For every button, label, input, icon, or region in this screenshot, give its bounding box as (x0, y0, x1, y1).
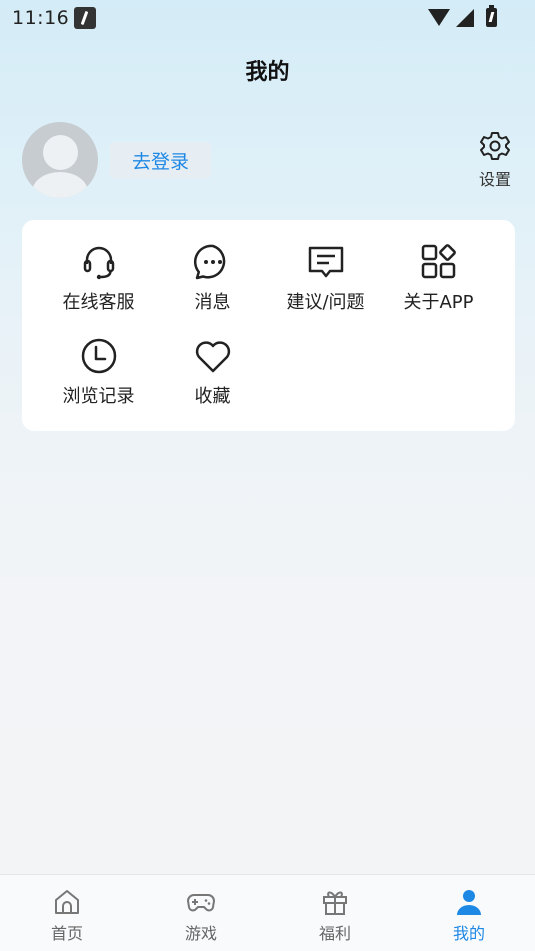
gamepad-icon (187, 894, 215, 912)
feedback-icon (308, 246, 343, 278)
user-icon (457, 890, 481, 915)
clock-icon (81, 338, 116, 374)
nav-item-home[interactable]: 首页 (27, 887, 107, 949)
menu-label: 关于APP (403, 292, 474, 313)
menu-item-favorites[interactable]: 收藏 (156, 336, 269, 416)
login-button[interactable]: 去登录 (110, 142, 211, 178)
message-icon (193, 244, 225, 280)
gear-icon (480, 132, 510, 160)
profile-row: 去登录 设置 (22, 122, 515, 200)
menu-label: 浏览记录 (62, 386, 135, 407)
battery-icon (486, 5, 497, 27)
menu-item-feedback[interactable]: 建议/问题 (269, 242, 382, 322)
apps-icon (421, 244, 456, 279)
gift-icon (323, 891, 347, 915)
nav-item-games[interactable]: 游戏 (161, 887, 241, 949)
status-time: 11:16 (12, 7, 70, 29)
avatar-head (43, 135, 78, 170)
avatar[interactable] (22, 122, 98, 198)
menu-label: 消息 (194, 292, 231, 313)
avatar-body (32, 172, 88, 198)
menu-item-about-app[interactable]: 关于APP (382, 242, 495, 322)
nav-label: 福利 (318, 924, 351, 943)
page-title: 我的 (245, 60, 290, 85)
status-bar: 11:16 (0, 0, 535, 36)
status-indicators (428, 5, 497, 27)
headset-icon (83, 246, 114, 280)
nav-item-mine[interactable]: 我的 (429, 887, 509, 949)
nav-label: 游戏 (184, 924, 217, 943)
signal-icon (456, 8, 474, 27)
heart-icon (195, 341, 230, 373)
menu-item-online-service[interactable]: 在线客服 (42, 242, 155, 322)
menu-item-messages[interactable]: 消息 (156, 242, 269, 322)
menu-label: 收藏 (194, 386, 231, 407)
nav-item-welfare[interactable]: 福利 (295, 887, 375, 949)
bottom-nav: 首页 游戏 福利 我的 (0, 874, 535, 951)
settings-button[interactable]: 设置 (475, 130, 515, 194)
menu-label: 在线客服 (62, 292, 135, 313)
menu-card: 在线客服 消息 建议/问题 关于APP 浏览记录 收藏 (22, 220, 515, 431)
menu-item-history[interactable]: 浏览记录 (42, 336, 155, 416)
home-icon (55, 890, 79, 914)
settings-label: 设置 (478, 170, 511, 189)
nav-label: 首页 (50, 924, 83, 943)
nav-label: 我的 (452, 924, 485, 943)
notification-app-icon (74, 7, 96, 29)
menu-label: 建议/问题 (286, 292, 365, 313)
wifi-icon (428, 9, 450, 26)
